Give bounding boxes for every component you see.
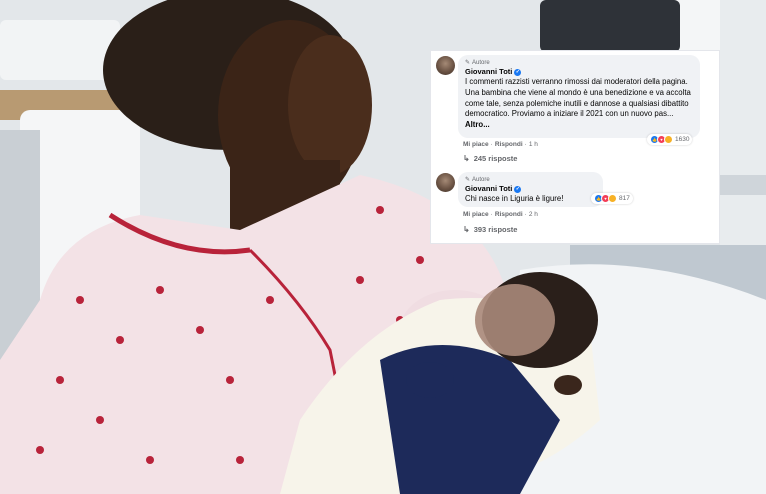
author-badge-label: Autore bbox=[472, 60, 490, 66]
reaction-count: 817 bbox=[619, 195, 630, 202]
author-badge: ✎ Autore bbox=[465, 59, 693, 67]
pencil-icon: ✎ bbox=[465, 60, 471, 66]
replies-count[interactable]: 245 risposte bbox=[474, 154, 518, 163]
avatar[interactable] bbox=[436, 56, 455, 75]
reply-arrow-icon: ↳ bbox=[463, 154, 470, 163]
view-replies-link[interactable]: ↳ 245 risposte bbox=[463, 154, 517, 163]
verified-badge-icon: ✓ bbox=[514, 185, 522, 193]
comment-author[interactable]: Giovanni Toti ✓ bbox=[465, 184, 596, 194]
comment-timestamp[interactable]: 2 h bbox=[529, 211, 538, 218]
comment-text: I commenti razzisti verranno rimossi dai… bbox=[465, 77, 693, 131]
reaction-count: 1630 bbox=[675, 136, 690, 143]
like-button[interactable]: Mi piace bbox=[463, 141, 489, 148]
comment-bubble: ✎ Autore Giovanni Toti ✓ I commenti razz… bbox=[458, 55, 700, 138]
comment-author[interactable]: Giovanni Toti ✓ bbox=[465, 67, 693, 77]
haha-reaction-icon bbox=[608, 194, 617, 203]
reply-button[interactable]: Rispondi bbox=[495, 141, 523, 148]
view-replies-link[interactable]: ↳ 393 risposte bbox=[463, 225, 517, 234]
reaction-summary[interactable]: 👍 ♥ 1630 bbox=[647, 134, 693, 145]
comment-body: I commenti razzisti verranno rimossi dai… bbox=[465, 77, 691, 119]
comment-text: Chi nasce in Liguria è ligure! bbox=[465, 194, 596, 205]
comment-author-name[interactable]: Giovanni Toti bbox=[465, 184, 512, 194]
author-badge-label: Autore bbox=[472, 177, 490, 183]
reply-button[interactable]: Rispondi bbox=[495, 211, 523, 218]
reply-arrow-icon: ↳ bbox=[463, 225, 470, 234]
comment-bubble: ✎ Autore Giovanni Toti ✓ Chi nasce in Li… bbox=[458, 172, 603, 207]
verified-badge-icon: ✓ bbox=[514, 68, 522, 76]
replies-count[interactable]: 393 risposte bbox=[474, 225, 518, 234]
comment-timestamp[interactable]: 1 h bbox=[529, 141, 538, 148]
haha-reaction-icon bbox=[664, 135, 673, 144]
facebook-comments-panel: ✎ Autore Giovanni Toti ✓ I commenti razz… bbox=[430, 50, 720, 244]
avatar[interactable] bbox=[436, 173, 455, 192]
see-more-link[interactable]: Altro... bbox=[465, 120, 490, 129]
like-button[interactable]: Mi piace bbox=[463, 211, 489, 218]
comment-actions: Mi piace · Rispondi · 1 h bbox=[463, 141, 538, 148]
comment-actions: Mi piace · Rispondi · 2 h bbox=[463, 211, 538, 218]
reaction-summary[interactable]: 👍 ♥ 817 bbox=[591, 193, 633, 204]
author-badge: ✎ Autore bbox=[465, 176, 596, 184]
comment-body: Chi nasce in Liguria è ligure! bbox=[465, 194, 564, 203]
pencil-icon: ✎ bbox=[465, 177, 471, 183]
comment-author-name[interactable]: Giovanni Toti bbox=[465, 67, 512, 77]
